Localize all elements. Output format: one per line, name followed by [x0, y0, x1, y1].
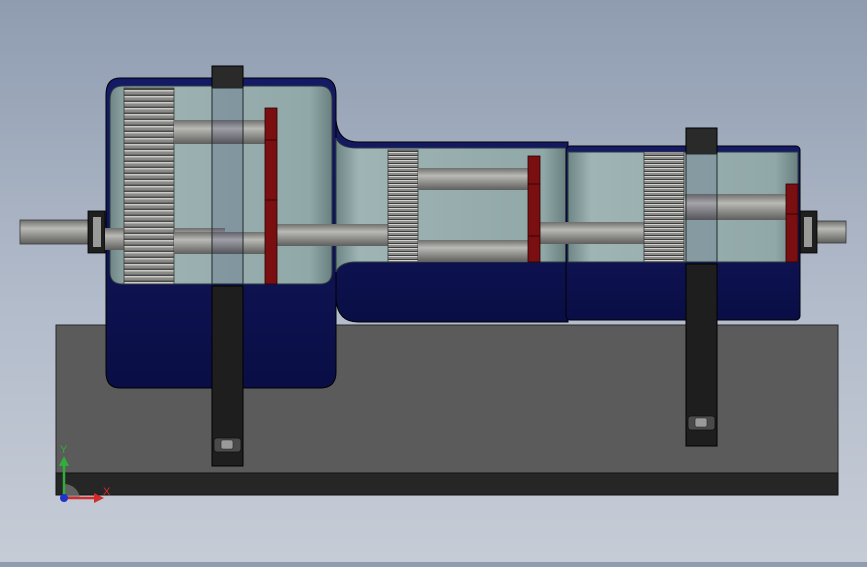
- x-axis-label: X: [103, 486, 111, 498]
- gearbox-model-drawing: [19, 65, 847, 496]
- origin-dot: [60, 494, 68, 502]
- mounting-bracket-right: [685, 127, 718, 447]
- mounting-bracket-left: [211, 65, 244, 467]
- y-axis-label: Y: [60, 444, 68, 456]
- model-viewport[interactable]: Y X: [0, 0, 867, 562]
- coordinate-triad[interactable]: Y X: [50, 440, 120, 510]
- y-axis-arrow: [59, 456, 69, 466]
